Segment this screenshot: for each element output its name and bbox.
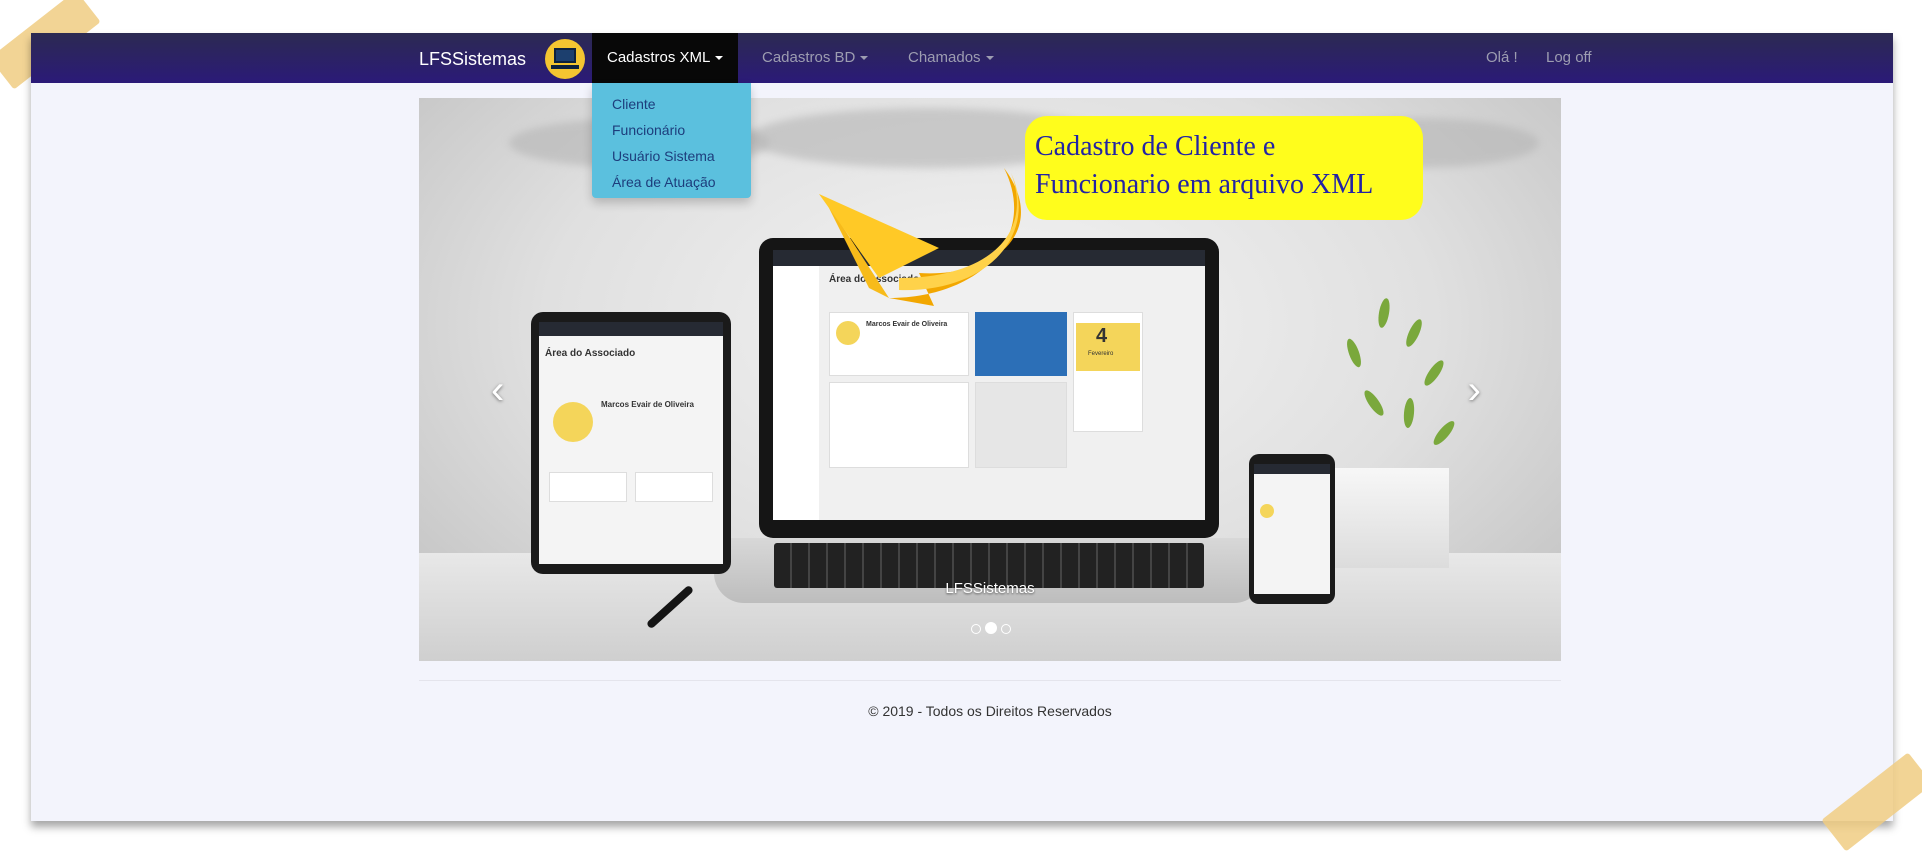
plant-leaf <box>1402 397 1416 429</box>
greeting-link[interactable]: Olá ! <box>1471 33 1533 83</box>
footer-divider <box>419 680 1561 681</box>
callout-line-2: Funcionario em arquivo XML <box>1035 169 1374 200</box>
mockup-profile-card: Marcos Evair de Oliveira <box>829 312 969 376</box>
carousel-indicator-1[interactable] <box>971 624 981 634</box>
menu-chamados[interactable]: Chamados <box>893 33 1009 83</box>
mockup-weather-card <box>975 312 1067 376</box>
carousel-indicator-2[interactable] <box>985 622 997 634</box>
mockup-calendar-month: Fevereiro <box>1088 351 1114 357</box>
callout-line-1: Cadastro de Cliente e <box>1035 131 1276 162</box>
plant-pot <box>1329 468 1449 568</box>
dropdown-item-usuario-sistema[interactable]: Usuário Sistema <box>592 143 751 169</box>
plant-leaf <box>1430 418 1458 448</box>
phone-avatar-icon <box>1260 504 1274 518</box>
carousel-prev-button[interactable]: ‹ <box>491 368 504 413</box>
brand-logo-icon <box>545 39 585 79</box>
mockup-avatar-icon <box>836 321 860 345</box>
mockup-calendar-day: 4 <box>1096 325 1108 347</box>
mockup-member-name: Marcos Evair de Oliveira <box>866 321 948 328</box>
chevron-right-icon: › <box>1467 368 1481 412</box>
chevron-left-icon: ‹ <box>491 368 505 412</box>
mockup-menu-grid <box>829 382 969 468</box>
carousel: Área do Associado Marcos Evair de Olivei… <box>419 98 1561 661</box>
plant-leaf <box>1403 317 1425 349</box>
plant-leaf <box>1361 387 1387 419</box>
plant-leaf <box>1421 357 1447 389</box>
brand-link[interactable]: LFSSistemas <box>419 49 526 70</box>
menu-chamados-label: Chamados <box>908 49 981 66</box>
caret-down-icon <box>985 56 994 61</box>
caret-down-icon <box>860 56 869 61</box>
mockup-calendar-card: 4 Fevereiro <box>1073 312 1143 432</box>
footer-text: © 2019 - Todos os Direitos Reservados <box>868 703 1112 719</box>
menu-cadastros-xml-label: Cadastros XML <box>607 49 711 66</box>
carousel-caption: LFSSistemas <box>945 580 1035 597</box>
menu-cadastros-xml[interactable]: Cadastros XML <box>592 33 739 83</box>
carousel-indicators <box>969 621 1013 639</box>
dropdown-item-area-atuacao[interactable]: Área de Atuação <box>592 169 751 195</box>
tablet-member-name: Marcos Evair de Oliveira <box>601 400 694 409</box>
mockup-map-card <box>975 382 1067 468</box>
menu-cadastros-bd[interactable]: Cadastros BD <box>747 33 883 83</box>
plant-leaf <box>1344 337 1364 369</box>
navbar: LFSSistemas Cadastros XML Cadastros BD C… <box>31 33 1893 83</box>
tablet-screen-title: Área do Associado <box>545 348 636 359</box>
tablet-avatar-icon <box>553 402 593 442</box>
callout-banner: Cadastro de Cliente e Funcionario em arq… <box>1025 116 1423 220</box>
carousel-next-button[interactable]: › <box>1468 368 1481 413</box>
browser-page: LFSSistemas Cadastros XML Cadastros BD C… <box>31 33 1893 821</box>
caret-down-icon <box>715 56 724 61</box>
tablet-screen: Área do Associado Marcos Evair de Olivei… <box>539 322 723 564</box>
dropdown-item-cliente[interactable]: Cliente <box>592 91 751 117</box>
phone-screen <box>1254 464 1330 594</box>
curved-arrow-icon <box>819 168 1021 306</box>
tablet-mockup: Área do Associado Marcos Evair de Olivei… <box>531 312 731 574</box>
plant-leaf <box>1376 297 1392 329</box>
carousel-indicator-3[interactable] <box>1001 624 1011 634</box>
logoff-link[interactable]: Log off <box>1531 33 1607 83</box>
dropdown-item-funcionario[interactable]: Funcionário <box>592 117 751 143</box>
menu-cadastros-bd-label: Cadastros BD <box>762 49 856 66</box>
cadastros-xml-dropdown: Cliente Funcionário Usuário Sistema Área… <box>592 83 751 198</box>
